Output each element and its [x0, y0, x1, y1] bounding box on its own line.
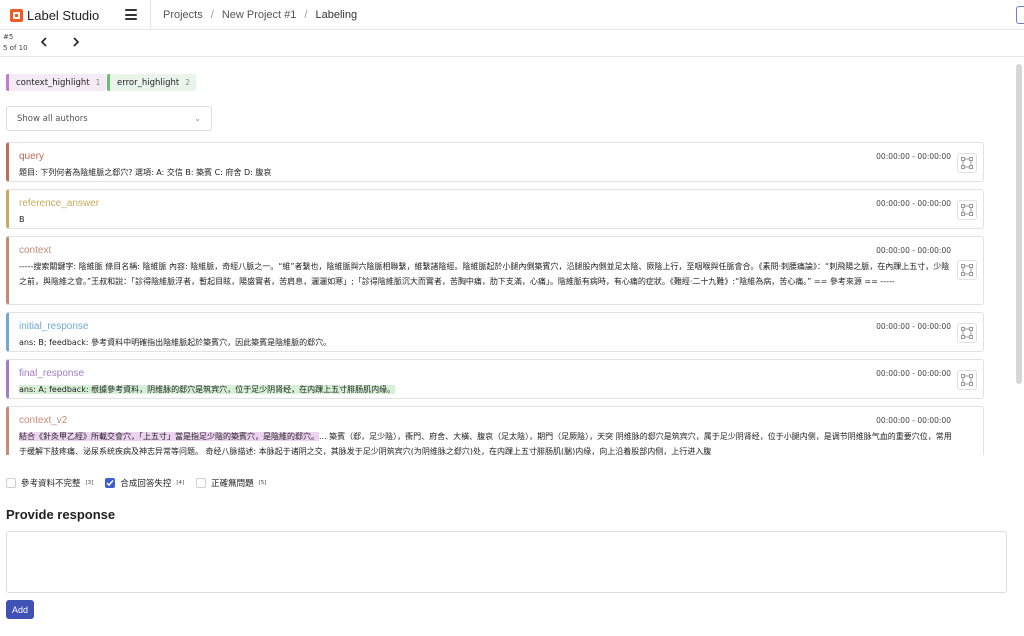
author-filter-select[interactable]: Show all authors ⌄ — [6, 106, 212, 131]
chevron-right-icon — [73, 37, 80, 47]
app-title: Label Studio — [27, 8, 100, 23]
field-name: initial_response — [19, 321, 89, 332]
label-studio-logo-icon — [10, 9, 23, 22]
field-text[interactable]: B — [19, 212, 953, 227]
bounding-box-icon — [961, 327, 973, 339]
field-time: 00:00:00 - 00:00:00 — [876, 246, 951, 255]
add-response-button[interactable]: Add — [6, 600, 34, 619]
bounding-box-icon — [961, 264, 973, 276]
highlight-prefix: ans: A; feedback: — [19, 385, 92, 394]
hotkey-hint: [4] — [176, 480, 185, 486]
fields-scroll-area[interactable]: query 00:00:00 - 00:00:00 題目: 下列何者為陰維脈之郄… — [0, 138, 1024, 455]
divider — [150, 0, 151, 30]
bounding-box-icon — [961, 204, 973, 216]
next-task-button[interactable] — [70, 36, 82, 50]
checkbox[interactable] — [6, 478, 16, 488]
breadcrumb-current: Labeling — [315, 9, 358, 21]
choices-group: 參考資料不完整 [3] 合成回答失控 [4] 正確無問題 [5] — [6, 477, 266, 489]
settings-button[interactable] — [1016, 6, 1024, 24]
response-textarea[interactable] — [6, 531, 1007, 593]
bounding-box-icon — [961, 157, 973, 169]
field-name: query — [19, 151, 45, 162]
region-select-button[interactable] — [957, 260, 977, 280]
checkmark-icon — [106, 480, 114, 487]
field-name: reference_answer — [19, 198, 100, 209]
field-time: 00:00:00 - 00:00:00 — [876, 322, 951, 331]
field-card-context: context 00:00:00 - 00:00:00 -----搜索關鍵字: … — [6, 236, 984, 305]
choice-incomplete-reference[interactable]: 參考資料不完整 [3] — [6, 477, 93, 489]
field-card-context-v2: context_v2 00:00:00 - 00:00:00 結合《針灸甲乙經》… — [6, 406, 984, 455]
context-highlight-region[interactable]: 結合《針灸甲乙經》所載交會穴，「上五寸」當是指足少陰的築賓穴，是陰維的郄穴。 — [19, 432, 319, 441]
field-time: 00:00:00 - 00:00:00 — [876, 199, 951, 208]
field-time: 00:00:00 - 00:00:00 — [876, 416, 951, 425]
field-card-final-response: final_response 00:00:00 - 00:00:00 ans: … — [6, 359, 984, 399]
scrollbar[interactable] — [1016, 64, 1022, 384]
label-error-highlight[interactable]: error_highlight 2 — [107, 74, 196, 91]
author-filter-value: Show all authors — [17, 113, 88, 124]
choice-correct-no-issue[interactable]: 正確無問題 [5] — [196, 477, 266, 489]
region-select-button[interactable] — [957, 370, 977, 390]
label-count: 1 — [95, 78, 101, 87]
checkbox[interactable] — [196, 478, 207, 488]
hotkey-hint: [5] — [258, 480, 267, 486]
label-name: error_highlight — [117, 77, 180, 88]
hotkey-hint: [3] — [85, 480, 94, 486]
choice-synthesis-out-of-control[interactable]: 合成回答失控 [4] — [105, 477, 184, 489]
label-count: 2 — [185, 78, 190, 87]
bounding-box-icon — [961, 374, 973, 386]
chevron-down-icon: ⌄ — [194, 114, 201, 123]
response-title: Provide response — [6, 507, 116, 522]
breadcrumb-project[interactable]: New Project #1 — [222, 9, 297, 21]
region-select-button[interactable] — [957, 200, 977, 220]
top-bar: Label Studio Projects / New Project #1 /… — [0, 0, 1024, 30]
field-text[interactable]: 結合《針灸甲乙經》所載交會穴，「上五寸」當是指足少陰的築賓穴，是陰維的郄穴。..… — [19, 429, 953, 455]
task-position: 5 of 10 — [3, 44, 28, 52]
field-text[interactable]: 題目: 下列何者為陰維脈之郄穴? 選項: A: 交信 B: 築賓 C: 府舍 D… — [19, 165, 953, 180]
app-logo[interactable]: Label Studio — [10, 8, 99, 23]
breadcrumb-separator: / — [304, 9, 308, 21]
region-select-button[interactable] — [957, 153, 977, 173]
breadcrumb: Projects / New Project #1 / Labeling — [163, 9, 357, 21]
breadcrumb-projects[interactable]: Projects — [163, 9, 203, 21]
field-text[interactable]: -----搜索關鍵字: 陰維脈 條目名稱: 陰維脈 內容: 陰維脈，奇經八脈之一… — [19, 259, 953, 289]
label-name: context_highlight — [16, 77, 90, 88]
highlight-text: 根據參考資料，阴维脉的郄穴是筑宾穴，位于足少阴肾经，在内踝上五寸腓肠肌内缘。 — [91, 385, 396, 394]
task-pager: #5 5 of 10 — [0, 30, 1024, 57]
field-name: context — [19, 245, 52, 256]
menu-icon[interactable] — [125, 9, 137, 20]
choice-label: 參考資料不完整 — [21, 479, 81, 489]
choice-label: 合成回答失控 — [120, 479, 172, 489]
error-highlight-region[interactable]: ans: A; feedback: 根據參考資料，阴维脉的郄穴是筑宾穴，位于足少… — [19, 385, 396, 394]
prev-task-button[interactable] — [38, 36, 50, 50]
checkbox-checked[interactable] — [105, 478, 116, 488]
choice-label: 正確無問題 — [211, 479, 254, 489]
field-card-query: query 00:00:00 - 00:00:00 題目: 下列何者為陰維脈之郄… — [6, 142, 984, 182]
task-id: #5 — [3, 33, 14, 41]
field-text[interactable]: ans: B; feedback: 參考資料中明確指出陰維脈起於築賓穴，因此築賓… — [19, 335, 953, 350]
region-select-button[interactable] — [957, 323, 977, 343]
field-card-reference-answer: reference_answer 00:00:00 - 00:00:00 B — [6, 189, 984, 229]
breadcrumb-separator: / — [210, 9, 214, 21]
chevron-left-icon — [40, 37, 47, 47]
field-time: 00:00:00 - 00:00:00 — [876, 369, 951, 378]
field-time: 00:00:00 - 00:00:00 — [876, 152, 951, 161]
field-name: context_v2 — [19, 415, 68, 426]
field-text[interactable]: ans: A; feedback: 根據參考資料，阴维脉的郄穴是筑宾穴，位于足少… — [19, 382, 953, 397]
field-name: final_response — [19, 368, 85, 379]
field-card-initial-response: initial_response 00:00:00 - 00:00:00 ans… — [6, 312, 984, 352]
label-context-highlight[interactable]: context_highlight 1 — [6, 74, 107, 91]
